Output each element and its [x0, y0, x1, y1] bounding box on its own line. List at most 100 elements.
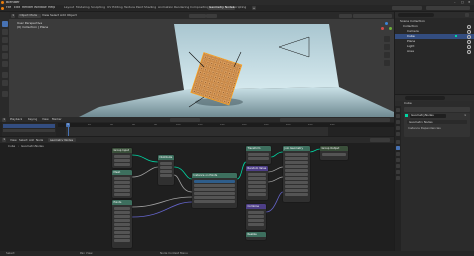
- node-field[interactable]: [194, 184, 235, 187]
- workspace-tab-shading[interactable]: Shading: [143, 6, 157, 11]
- workspace-tab-modeling[interactable]: Modeling: [75, 6, 91, 11]
- node-field[interactable]: [160, 166, 172, 169]
- node-menu-add[interactable]: Add: [29, 139, 34, 142]
- node-field[interactable]: [248, 223, 264, 226]
- node-field[interactable]: [285, 161, 308, 164]
- workspace-tab-compositing[interactable]: Compositing: [189, 6, 210, 11]
- timeline-menu-playback[interactable]: Playback: [10, 118, 22, 121]
- node-field[interactable]: [285, 153, 308, 156]
- frame-range-fields[interactable]: [280, 117, 390, 122]
- outliner-search-input[interactable]: [398, 13, 434, 17]
- view-layer-selector[interactable]: [426, 6, 470, 10]
- timeline-menu-keying[interactable]: Keying: [28, 118, 37, 121]
- transform-orientation-button[interactable]: [189, 13, 206, 18]
- summary-channel[interactable]: [3, 124, 55, 128]
- node-realize[interactable]: Realize: [246, 232, 266, 240]
- output-tab-icon[interactable]: [396, 120, 400, 124]
- viewport-menu-select[interactable]: Select: [50, 14, 59, 17]
- filter-icon[interactable]: [465, 13, 469, 17]
- material-tab-icon[interactable]: [396, 176, 400, 180]
- physics-tab-icon[interactable]: [396, 158, 400, 162]
- workspace-tab-rendering[interactable]: Rendering: [173, 6, 190, 11]
- node-field[interactable]: [248, 193, 266, 196]
- node-field[interactable]: [114, 181, 130, 184]
- outliner-row[interactable]: Collection: [395, 24, 474, 30]
- move-tool-icon[interactable]: [1, 37, 8, 43]
- menu-file[interactable]: File: [6, 6, 11, 9]
- data-tab-icon[interactable]: [396, 170, 400, 174]
- node-random-value[interactable]: Random Value: [246, 166, 268, 200]
- node-field[interactable]: [248, 157, 269, 160]
- node-field[interactable]: [114, 239, 130, 242]
- scene-tab-icon[interactable]: [396, 126, 400, 130]
- scale-tool-icon[interactable]: [1, 53, 8, 59]
- node-field[interactable]: [114, 189, 130, 192]
- node-field[interactable]: [114, 185, 130, 188]
- node-field[interactable]: [114, 231, 130, 234]
- node-combine[interactable]: Combine: [246, 204, 266, 230]
- close-modifier-icon[interactable]: ×: [464, 114, 467, 117]
- properties-search-input[interactable]: [405, 96, 445, 100]
- minimize-icon[interactable]: –: [454, 1, 456, 4]
- node-group-output[interactable]: Group Output: [320, 146, 348, 160]
- node-field[interactable]: [285, 177, 308, 180]
- menu-help[interactable]: Help: [48, 6, 55, 9]
- editor-type-button[interactable]: ▾: [11, 13, 16, 18]
- workspace-tab-scripting[interactable]: Scripting: [232, 6, 247, 11]
- node-field[interactable]: [114, 211, 130, 214]
- node-tree-selector[interactable]: Geometry Nodes: [48, 138, 76, 142]
- node-field[interactable]: [248, 215, 264, 218]
- node-field[interactable]: [248, 153, 269, 156]
- transform-tool-icon[interactable]: [1, 61, 8, 67]
- workspace-tab-animation[interactable]: Animation: [157, 6, 174, 11]
- node-field[interactable]: [194, 192, 235, 195]
- node-field[interactable]: [194, 188, 235, 191]
- node-field[interactable]: [114, 219, 130, 222]
- node-menu-node[interactable]: Node: [36, 139, 43, 142]
- object-channel[interactable]: [3, 128, 55, 132]
- node-field[interactable]: [285, 181, 308, 184]
- node-field[interactable]: [194, 200, 235, 203]
- node-field[interactable]: [160, 162, 172, 165]
- workspace-tab-sculpting[interactable]: Sculpting: [90, 6, 106, 11]
- menu-edit[interactable]: Edit: [14, 6, 20, 9]
- add-modifier-button[interactable]: [404, 107, 470, 112]
- node-field[interactable]: [160, 170, 172, 173]
- node-field[interactable]: [285, 193, 308, 196]
- outliner-row[interactable]: Plane: [395, 39, 474, 45]
- gizmo-x-axis-icon[interactable]: [381, 27, 384, 30]
- visibility-eye-icon[interactable]: [467, 50, 472, 55]
- gizmo-z-axis-icon[interactable]: [385, 22, 388, 25]
- node-group-selector[interactable]: Geometry Nodes: [407, 120, 467, 124]
- outliner-row[interactable]: Area: [395, 49, 474, 55]
- node-field[interactable]: [285, 173, 308, 176]
- outliner-row[interactable]: Camera: [395, 29, 474, 35]
- outliner-row-selected[interactable]: Cube: [395, 34, 474, 40]
- node-menu-select[interactable]: Select: [19, 139, 28, 142]
- node-field[interactable]: [285, 157, 308, 160]
- maximize-icon[interactable]: □: [461, 1, 464, 4]
- node-field[interactable]: [248, 219, 264, 222]
- mode-selector[interactable]: Object Mode: [18, 13, 41, 18]
- viewport-menu-view[interactable]: View: [42, 14, 49, 17]
- perspective-toggle-icon[interactable]: [384, 60, 390, 66]
- scene-selector[interactable]: [392, 6, 422, 10]
- node-field[interactable]: [285, 169, 308, 172]
- node-field[interactable]: [114, 207, 130, 210]
- node-group-input[interactable]: Group Input: [112, 148, 132, 168]
- node-field[interactable]: [194, 180, 235, 183]
- timeline-frame-range[interactable]: [66, 127, 328, 136]
- cursor-tool-icon[interactable]: [1, 29, 8, 35]
- node-field[interactable]: [114, 227, 130, 230]
- modifier-name-field[interactable]: GeometryNodes: [410, 113, 446, 118]
- object-tab-icon[interactable]: [396, 140, 400, 144]
- node-field[interactable]: [160, 174, 172, 177]
- node-field[interactable]: [114, 155, 130, 158]
- node-join-geometry[interactable]: Join Geometry: [283, 146, 310, 202]
- close-icon[interactable]: ✕: [468, 1, 471, 4]
- zoom-view-icon[interactable]: [384, 36, 390, 42]
- gizmo-y-axis-icon[interactable]: [389, 27, 392, 30]
- add-cube-tool-icon[interactable]: [1, 91, 8, 97]
- modifier-tab-icon[interactable]: [396, 146, 400, 150]
- viewport-menu-add[interactable]: Add: [60, 14, 66, 17]
